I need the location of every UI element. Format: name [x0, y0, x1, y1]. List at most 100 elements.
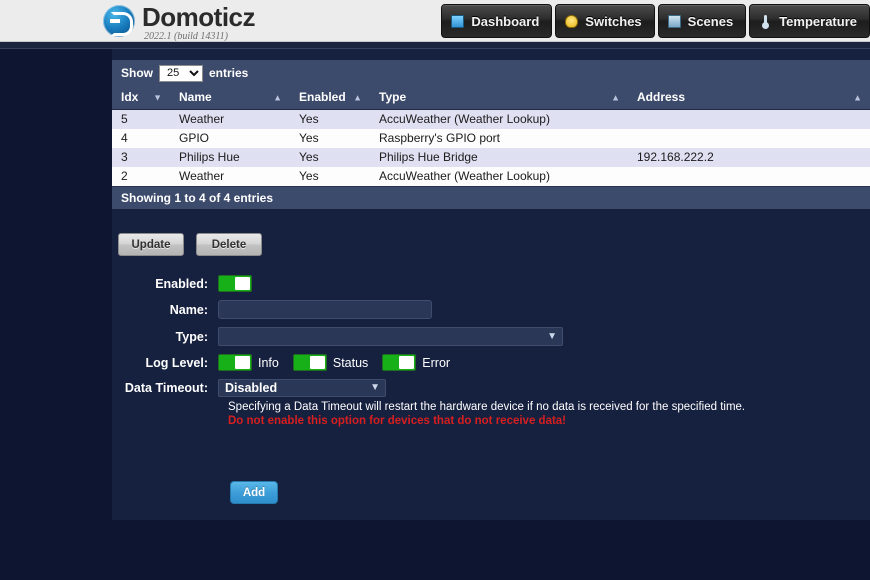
- column-header-enabled[interactable]: Enabled ▲: [290, 86, 370, 110]
- cell-idx: 3: [112, 148, 170, 167]
- cell-name: GPIO: [170, 129, 290, 148]
- cell-type: Raspberry's GPIO port: [370, 129, 628, 148]
- name-input[interactable]: [218, 300, 432, 319]
- nav-button-temperature[interactable]: Temperature: [749, 4, 870, 38]
- toggle-knob: [309, 356, 325, 369]
- table-actions: Update Delete: [118, 233, 262, 256]
- sort-asc-icon: ▲: [273, 92, 282, 102]
- cell-type: Philips Hue Bridge: [370, 148, 628, 167]
- cell-idx: 4: [112, 129, 170, 148]
- toggle-knob: [399, 356, 415, 369]
- nav-button-dashboard[interactable]: Dashboard: [441, 4, 553, 38]
- cell-type: AccuWeather (Weather Lookup): [370, 109, 628, 129]
- delete-button[interactable]: Delete: [196, 233, 262, 256]
- table-body: 5 Weather Yes AccuWeather (Weather Lookup) 4…: [112, 109, 870, 186]
- column-header-idx[interactable]: Idx ▼: [112, 86, 170, 110]
- column-label-address: Address: [637, 90, 686, 104]
- sort-asc-icon: ▲: [353, 92, 362, 102]
- brand-version: 2022.1 (build 14311): [144, 31, 228, 42]
- cell-enabled: Yes: [290, 109, 370, 129]
- table-header-row: Idx ▼ Name ▲ Enabled ▲ Type ▲ Address ▲: [112, 86, 870, 110]
- table-info-text: Showing 1 to 4 of 4 entries: [121, 191, 274, 205]
- brand-name: Domoticz: [142, 2, 256, 32]
- toggle-knob: [235, 277, 250, 290]
- cell-address: [628, 129, 870, 148]
- enabled-label: Enabled:: [155, 276, 208, 291]
- loglevel-toggle-info[interactable]: [218, 354, 252, 371]
- domoticz-logo-icon: [103, 5, 135, 37]
- column-label-idx: Idx: [121, 90, 139, 104]
- type-label: Type:: [175, 329, 208, 344]
- table-info-bar: Showing 1 to 4 of 4 entries: [112, 186, 870, 209]
- table-row[interactable]: 3 Philips Hue Yes Philips Hue Bridge 192.168…: [112, 148, 870, 167]
- nav-label-switches: Switches: [585, 13, 642, 29]
- nav-button-scenes[interactable]: Scenes: [657, 4, 747, 38]
- nav-label-scenes: Scenes: [687, 13, 734, 29]
- cell-enabled: Yes: [290, 129, 370, 148]
- loglevel-label-error: Error: [422, 355, 451, 370]
- form-row-timeout: Data Timeout: Disabled ▼: [112, 379, 870, 397]
- type-select[interactable]: ▼: [218, 327, 563, 346]
- add-button[interactable]: Add: [230, 481, 278, 504]
- timeout-hint-text: Specifying a Data Timeout will restart t…: [228, 401, 746, 413]
- nav-label-temperature: Temperature: [779, 13, 857, 29]
- column-label-name: Name: [179, 90, 212, 104]
- timeout-select-value: Disabled: [225, 381, 278, 395]
- hardware-table: Show 102550100 entries Idx ▼ Name ▲ Enab…: [112, 60, 870, 209]
- table-length-bar: Show 102550100 entries: [112, 60, 870, 86]
- chevron-down-icon: ▼: [547, 330, 557, 342]
- loglevel-label-info: Info: [258, 355, 279, 370]
- cell-idx: 5: [112, 109, 170, 129]
- form-row-type: Type: ▼: [112, 327, 870, 346]
- scene-icon: [667, 14, 681, 28]
- enabled-toggle[interactable]: [218, 275, 252, 292]
- thermometer-icon: [759, 14, 772, 29]
- cell-idx: 2: [112, 167, 170, 186]
- nav-button-switches[interactable]: Switches: [555, 4, 655, 38]
- length-suffix-label: entries: [209, 66, 249, 80]
- cell-address: 192.168.222.2: [628, 148, 870, 167]
- cell-name: Weather: [170, 109, 290, 129]
- cell-enabled: Yes: [290, 167, 370, 186]
- sort-asc-icon: ▲: [611, 92, 620, 102]
- cell-name: Weather: [170, 167, 290, 186]
- cell-name: Philips Hue: [170, 148, 290, 167]
- length-prefix-label: Show: [121, 66, 153, 80]
- sort-desc-icon: ▼: [153, 92, 162, 102]
- data-timeout-select[interactable]: Disabled ▼: [218, 379, 386, 397]
- nav-label-dashboard: Dashboard: [471, 13, 540, 29]
- loglevel-label: Log Level:: [145, 355, 208, 370]
- cell-type: AccuWeather (Weather Lookup): [370, 167, 628, 186]
- form-row-name: Name:: [112, 300, 870, 319]
- hardware-form: Enabled: Name: Type: ▼ Log Level: Info S…: [112, 275, 870, 428]
- chevron-down-icon: ▼: [370, 382, 380, 393]
- hardware-data-table: Idx ▼ Name ▲ Enabled ▲ Type ▲ Address ▲ …: [112, 86, 870, 186]
- loglevel-toggle-status[interactable]: [292, 354, 327, 371]
- brand: Domoticz 2022.1 (build 14311): [103, 2, 256, 42]
- column-header-name[interactable]: Name ▲: [170, 86, 290, 110]
- table-row[interactable]: 2 Weather Yes AccuWeather (Weather Lookup): [112, 167, 870, 186]
- entries-per-page-select[interactable]: 102550100: [159, 64, 203, 82]
- column-label-type: Type: [379, 90, 407, 104]
- update-button[interactable]: Update: [118, 233, 184, 256]
- header-divider: [0, 42, 870, 49]
- form-row-enabled: Enabled:: [112, 275, 870, 292]
- column-header-address[interactable]: Address ▲: [628, 86, 870, 110]
- main-navigation: Dashboard Switches Scenes Temperature: [441, 4, 870, 38]
- lightbulb-icon: [565, 14, 579, 28]
- column-header-type[interactable]: Type ▲: [370, 86, 628, 110]
- timeout-label: Data Timeout:: [124, 381, 208, 395]
- name-label: Name:: [169, 302, 208, 317]
- monitor-icon: [451, 14, 465, 28]
- timeout-warning-text: Do not enable this option for devices th…: [228, 415, 567, 427]
- loglevel-toggle-error[interactable]: [382, 354, 417, 371]
- table-row[interactable]: 5 Weather Yes AccuWeather (Weather Lookup): [112, 109, 870, 129]
- app-header: Domoticz 2022.1 (build 14311) Dashboard …: [0, 0, 870, 42]
- column-label-enabled: Enabled: [299, 90, 346, 104]
- table-row[interactable]: 4 GPIO Yes Raspberry's GPIO port: [112, 129, 870, 148]
- sort-asc-icon: ▲: [853, 92, 862, 102]
- brand-text: Domoticz 2022.1 (build 14311): [142, 2, 256, 42]
- loglevel-label-status: Status: [332, 355, 369, 370]
- cell-address: [628, 167, 870, 186]
- form-row-loglevel: Log Level: Info Status Error: [112, 354, 870, 371]
